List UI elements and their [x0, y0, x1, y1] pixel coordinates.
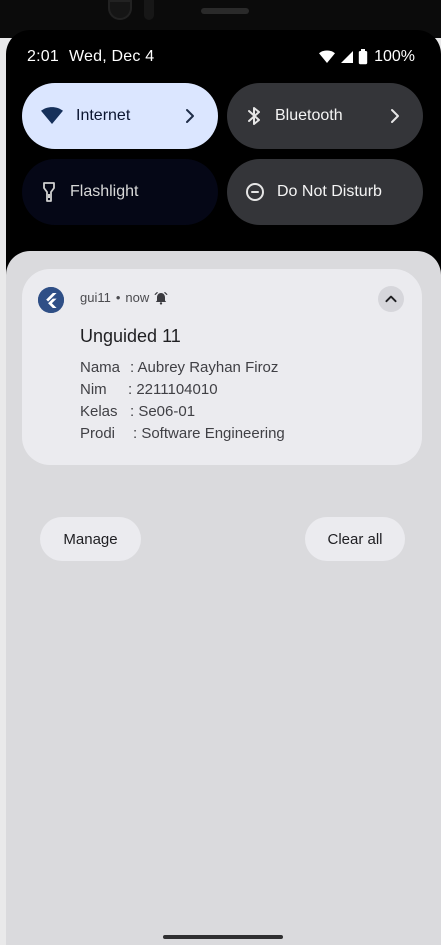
tile-label-flashlight: Flashlight [70, 183, 139, 200]
detail-row-nama: Nama : Aubrey Rayhan Firoz [80, 359, 278, 376]
collapse-icon [378, 286, 404, 312]
detail-label: Prodi [80, 425, 116, 442]
header-separator: • [115, 290, 121, 305]
home-indicator[interactable] [163, 935, 283, 939]
status-bar: 2:01 Wed, Dec 4 100% [6, 30, 441, 80]
manage-button[interactable]: Manage [40, 517, 141, 561]
detail-value: : Software Engineering [133, 425, 285, 442]
collapse-button[interactable] [378, 286, 404, 312]
tile-label-internet: Internet [76, 107, 131, 124]
wifi-icon [318, 50, 336, 64]
quick-settings: Internet Bluetooth Flashlight Do Not Dis… [22, 83, 424, 228]
detail-row-nim: Nim : 2211104010 [80, 381, 218, 398]
notification-title: Unguided 11 [80, 326, 181, 346]
detail-value: : 2211104010 [128, 381, 218, 398]
notification-card[interactable]: gui11 • now Unguided 11 Nama: Aubrey Ra… [22, 269, 422, 465]
phone-frame: 2:01 Wed, Dec 4 100% Internet Bluetooth … [0, 0, 441, 945]
notification-shade: gui11 • now Unguided 11 Nama: Aubrey Ra… [6, 251, 441, 945]
wifi-icon [40, 107, 64, 125]
tile-label-bluetooth: Bluetooth [275, 107, 343, 124]
detail-value: : Se06-01 [130, 403, 196, 420]
detail-row-prodi: Prodi : Software Engineering [80, 425, 285, 442]
earpiece-speaker [201, 8, 249, 14]
do-not-disturb-tile[interactable]: Do Not Disturb [227, 159, 423, 225]
battery-percentage: 100% [374, 48, 415, 65]
screen: 2:01 Wed, Dec 4 100% Internet Bluetooth … [6, 30, 441, 945]
chevron-right-icon [180, 106, 200, 126]
chevron-right-icon [385, 106, 405, 126]
detail-value: : Aubrey Rayhan Firoz [130, 359, 279, 376]
alarm-icon [154, 291, 168, 305]
internet-tile[interactable]: Internet [22, 83, 218, 149]
flutter-icon [38, 287, 64, 313]
notification-header: gui11 • now [80, 290, 168, 305]
status-date: Wed, Dec 4 [69, 48, 155, 65]
bluetooth-icon [245, 105, 263, 127]
signal-icon [340, 50, 354, 64]
minus-circle-icon [245, 182, 265, 202]
status-icons: 100% [318, 48, 415, 66]
status-time: 2:01 [27, 48, 59, 65]
detail-row-kelas: Kelas : Se06-01 [80, 403, 195, 420]
detail-label: Kelas [80, 403, 118, 420]
app-name: gui11 [80, 290, 111, 305]
clear-all-button[interactable]: Clear all [305, 517, 405, 561]
camera-sensor [144, 0, 154, 20]
battery-icon [358, 49, 368, 65]
flashlight-tile[interactable]: Flashlight [22, 159, 218, 225]
flashlight-icon [40, 181, 58, 203]
bluetooth-tile[interactable]: Bluetooth [227, 83, 423, 149]
tile-label-do-not-disturb: Do Not Disturb [277, 183, 382, 200]
detail-label: Nim [80, 381, 107, 398]
timestamp: now [125, 290, 150, 305]
detail-label: Nama [80, 359, 121, 376]
